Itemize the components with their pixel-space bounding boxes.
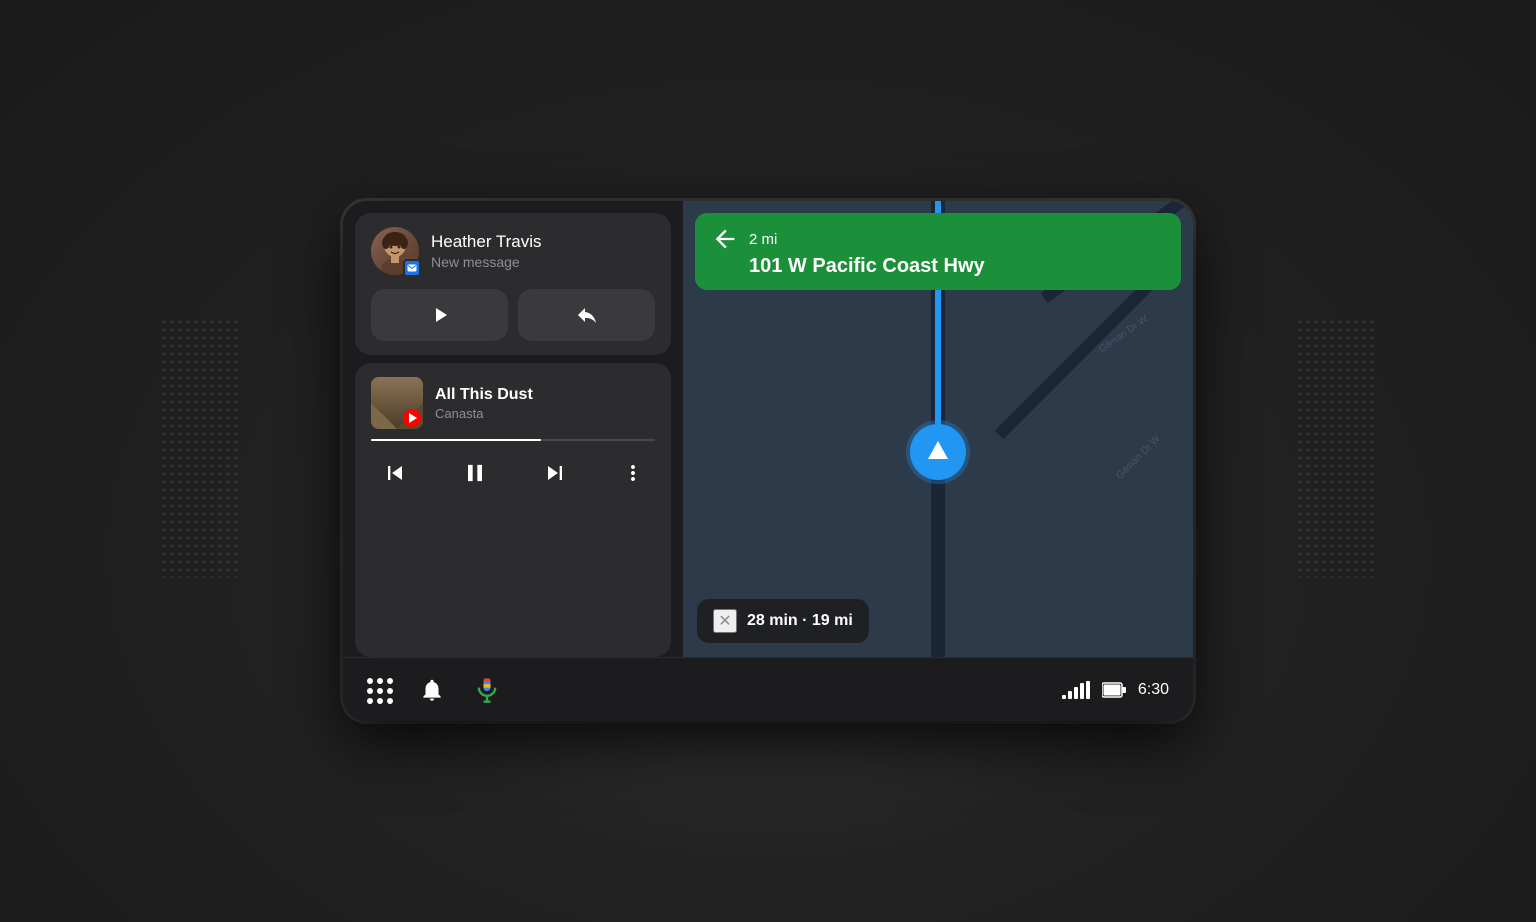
turn-banner: 2 mi 101 W Pacific Coast Hwy <box>695 213 1181 290</box>
signal-bar-2 <box>1068 691 1072 699</box>
turn-arrow-icon <box>711 225 739 253</box>
signal-bar-3 <box>1074 687 1078 699</box>
youtube-play-icon <box>409 413 417 423</box>
notification-header: Heather Travis New message <box>371 227 655 275</box>
reply-button[interactable] <box>518 289 655 341</box>
notification-text: Heather Travis New message <box>431 232 542 270</box>
grid-dot <box>387 678 393 684</box>
music-card: All This Dust Canasta <box>355 363 671 657</box>
signal-bar-5 <box>1086 681 1090 699</box>
contact-name: Heather Travis <box>431 232 542 252</box>
grid-dot <box>377 688 383 694</box>
signal-bar-1 <box>1062 695 1066 699</box>
previous-icon <box>381 459 409 487</box>
turn-street-name: 101 W Pacific Coast Hwy <box>749 255 1165 278</box>
signal-bars <box>1062 681 1090 699</box>
notification-card: Heather Travis New message <box>355 213 671 355</box>
assistant-button[interactable] <box>473 676 501 704</box>
notifications-button[interactable] <box>419 677 445 703</box>
message-badge <box>403 259 421 277</box>
youtube-music-badge <box>403 409 421 427</box>
nav-arrow-circle <box>910 424 966 480</box>
play-icon <box>428 303 452 327</box>
music-controls <box>371 453 655 493</box>
previous-button[interactable] <box>375 453 415 493</box>
clock: 6:30 <box>1138 681 1169 699</box>
more-icon <box>621 461 645 485</box>
grid-dot <box>367 678 373 684</box>
bottom-right: 6:30 <box>1062 681 1169 699</box>
pause-icon <box>461 459 489 487</box>
grid-dot <box>387 688 393 694</box>
map-panel[interactable]: Gilman Dr W Gilman Dr W 2 mi 101 W Pacif… <box>683 201 1193 657</box>
eta-close-button[interactable]: ✕ <box>713 609 737 633</box>
song-info: All This Dust Canasta <box>435 385 655 421</box>
music-header: All This Dust Canasta <box>371 377 655 429</box>
grid-dot <box>367 688 373 694</box>
eta-card: ✕ 28 min · 19 mi <box>697 599 869 643</box>
eta-text: 28 min · 19 mi <box>747 612 853 630</box>
speaker-grille-left <box>160 318 240 578</box>
speaker-grille-right <box>1296 318 1376 578</box>
turn-distance-row: 2 mi <box>711 225 1165 253</box>
microphone-icon <box>473 676 501 704</box>
turn-distance-text: 2 mi <box>749 231 777 248</box>
nav-arrow-icon <box>928 441 948 459</box>
battery-icon <box>1102 681 1126 699</box>
avatar-container <box>371 227 419 275</box>
next-button[interactable] <box>535 453 575 493</box>
song-title: All This Dust <box>435 385 655 404</box>
notification-actions <box>371 289 655 341</box>
message-badge-icon <box>407 263 417 273</box>
reply-icon <box>575 303 599 327</box>
grid-dot <box>377 698 383 704</box>
grid-dot <box>377 678 383 684</box>
song-artist: Canasta <box>435 406 655 421</box>
album-art <box>371 377 423 429</box>
bottom-bar: 6:30 <box>343 657 1193 721</box>
message-preview: New message <box>431 254 542 270</box>
android-auto-screen: Heather Travis New message <box>343 201 1193 721</box>
content-area: Heather Travis New message <box>343 201 1193 657</box>
bottom-left-controls <box>367 676 501 704</box>
progress-fill <box>371 439 541 441</box>
apps-button[interactable] <box>367 678 391 702</box>
navigation-arrow <box>910 424 966 480</box>
pause-button[interactable] <box>455 453 495 493</box>
next-icon <box>541 459 569 487</box>
grid-dot <box>367 698 373 704</box>
signal-bar-4 <box>1080 683 1084 699</box>
grid-icon <box>367 678 391 702</box>
left-panel: Heather Travis New message <box>343 201 683 657</box>
more-options-button[interactable] <box>615 455 651 491</box>
bell-icon <box>419 677 445 703</box>
progress-bar[interactable] <box>371 439 655 441</box>
play-message-button[interactable] <box>371 289 508 341</box>
grid-dot <box>387 698 393 704</box>
